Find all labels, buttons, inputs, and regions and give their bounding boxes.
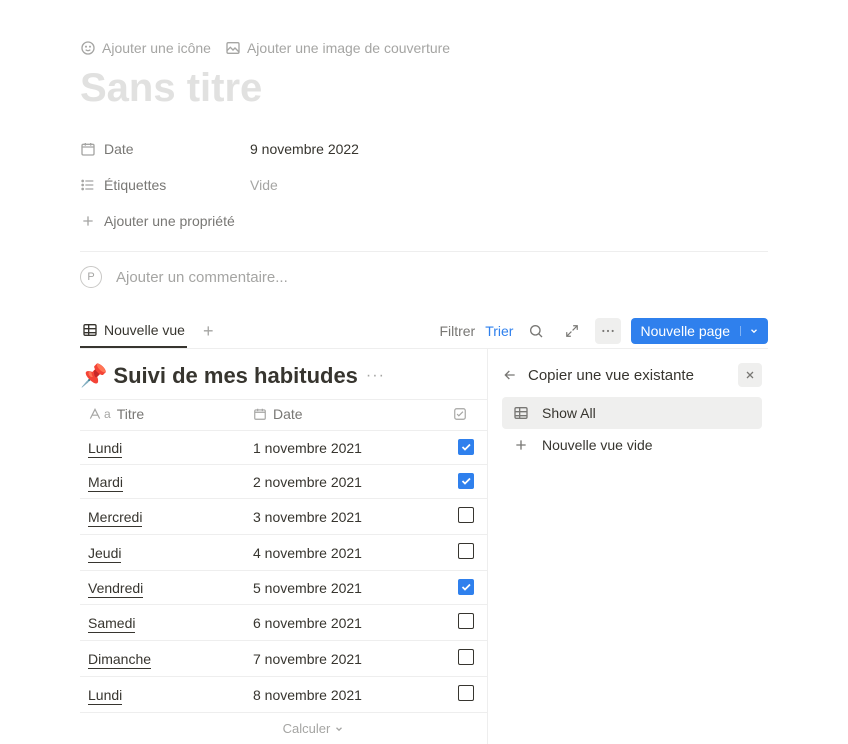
database-title-text: Suivi de mes habitudes xyxy=(113,363,358,389)
add-icon-button[interactable]: Ajouter une icône xyxy=(80,40,211,56)
table-row[interactable]: Lundi 8 novembre 2021 xyxy=(80,677,487,713)
row-checkbox[interactable] xyxy=(458,439,474,455)
expand-icon[interactable] xyxy=(559,318,585,344)
panel-item-new-empty[interactable]: Nouvelle vue vide xyxy=(502,429,762,461)
table-icon xyxy=(512,405,530,421)
panel-item-new-empty-label: Nouvelle vue vide xyxy=(542,437,653,453)
column-title-label: Titre xyxy=(117,406,144,422)
row-title[interactable]: Lundi xyxy=(88,687,122,705)
table-row[interactable]: Jeudi 4 novembre 2021 xyxy=(80,535,487,571)
database-emoji: 📌 xyxy=(80,363,107,389)
row-date[interactable]: 4 novembre 2021 xyxy=(245,535,445,571)
row-checkbox[interactable] xyxy=(458,507,474,523)
calculate-row: Calculer xyxy=(80,713,487,744)
row-title[interactable]: Lundi xyxy=(88,440,122,458)
calculate-label: Calculer xyxy=(283,721,331,736)
row-title[interactable]: Mardi xyxy=(88,474,123,492)
row-title[interactable]: Mercredi xyxy=(88,509,142,527)
table-row[interactable]: Dimanche 7 novembre 2021 xyxy=(80,641,487,677)
copy-view-panel: Copier une vue existante Show All xyxy=(488,349,768,461)
property-date[interactable]: Date 9 novembre 2022 xyxy=(80,131,768,167)
database-table: a Titre Date xyxy=(80,399,487,713)
row-date[interactable]: 2 novembre 2021 xyxy=(245,465,445,499)
row-checkbox[interactable] xyxy=(458,543,474,559)
column-date-label: Date xyxy=(273,406,303,422)
emoji-icon xyxy=(80,40,96,56)
back-icon[interactable] xyxy=(502,367,518,383)
more-icon[interactable] xyxy=(595,318,621,344)
row-date[interactable]: 7 novembre 2021 xyxy=(245,641,445,677)
calculate-button[interactable]: Calculer xyxy=(283,721,345,736)
row-date[interactable]: 3 novembre 2021 xyxy=(245,499,445,535)
panel-item-show-all[interactable]: Show All xyxy=(502,397,762,429)
add-property-label: Ajouter une propriété xyxy=(104,213,235,229)
checkbox-icon xyxy=(453,407,467,421)
add-property-button[interactable]: Ajouter une propriété xyxy=(80,203,235,239)
plus-icon xyxy=(80,213,96,229)
panel-item-show-all-label: Show All xyxy=(542,405,596,421)
search-icon[interactable] xyxy=(523,318,549,344)
row-checkbox[interactable] xyxy=(458,579,474,595)
row-checkbox[interactable] xyxy=(458,473,474,489)
avatar: P xyxy=(80,266,102,288)
row-checkbox[interactable] xyxy=(458,649,474,665)
property-tags-label: Étiquettes xyxy=(104,177,166,193)
property-date-value[interactable]: 9 novembre 2022 xyxy=(250,141,359,157)
divider xyxy=(80,251,768,252)
row-date[interactable]: 8 novembre 2021 xyxy=(245,677,445,713)
table-icon xyxy=(82,322,98,338)
view-tab-active[interactable]: Nouvelle vue xyxy=(80,314,187,348)
database-title[interactable]: 📌 Suivi de mes habitudes xyxy=(80,363,358,389)
table-row[interactable]: Vendredi 5 novembre 2021 xyxy=(80,571,487,605)
image-icon xyxy=(225,40,241,56)
database-options[interactable]: ··· xyxy=(366,367,385,385)
page-title[interactable]: Sans titre xyxy=(80,66,768,111)
add-cover-label: Ajouter une image de couverture xyxy=(247,40,450,56)
filter-button[interactable]: Filtrer xyxy=(439,323,475,339)
table-row[interactable]: Mardi 2 novembre 2021 xyxy=(80,465,487,499)
row-title[interactable]: Samedi xyxy=(88,615,135,633)
panel-title-text: Copier une vue existante xyxy=(528,367,694,384)
sort-button[interactable]: Trier xyxy=(485,323,513,339)
chevron-down-icon[interactable] xyxy=(740,326,759,336)
row-title[interactable]: Jeudi xyxy=(88,545,121,563)
add-view-button[interactable]: + xyxy=(197,321,220,342)
properties-list: Date 9 novembre 2022 Étiquettes Vide Ajo… xyxy=(80,131,768,239)
table-row[interactable]: Samedi 6 novembre 2021 xyxy=(80,605,487,641)
column-header-checkbox[interactable] xyxy=(445,400,487,431)
new-page-button[interactable]: Nouvelle page xyxy=(631,318,768,344)
row-title[interactable]: Vendredi xyxy=(88,580,143,598)
list-icon xyxy=(80,177,96,193)
table-row[interactable]: Lundi 1 novembre 2021 xyxy=(80,431,487,465)
plus-icon xyxy=(512,437,530,453)
comment-row[interactable]: P Ajouter un commentaire... xyxy=(80,266,768,288)
calendar-icon xyxy=(80,141,96,157)
row-date[interactable]: 1 novembre 2021 xyxy=(245,431,445,465)
property-tags-value[interactable]: Vide xyxy=(250,177,278,193)
property-date-label: Date xyxy=(104,141,134,157)
close-icon[interactable] xyxy=(738,363,762,387)
column-header-date[interactable]: Date xyxy=(245,400,445,431)
column-header-title[interactable]: a Titre xyxy=(80,400,245,431)
property-tags[interactable]: Étiquettes Vide xyxy=(80,167,768,203)
row-date[interactable]: 6 novembre 2021 xyxy=(245,605,445,641)
view-toolbar: Nouvelle vue + Filtrer Trier Nouvelle pa… xyxy=(80,314,768,349)
table-row[interactable]: Mercredi 3 novembre 2021 xyxy=(80,499,487,535)
row-checkbox[interactable] xyxy=(458,685,474,701)
view-tab-label: Nouvelle vue xyxy=(104,322,185,338)
row-date[interactable]: 5 novembre 2021 xyxy=(245,571,445,605)
row-checkbox[interactable] xyxy=(458,613,474,629)
text-icon xyxy=(88,407,102,421)
calendar-icon xyxy=(253,407,267,421)
new-page-label: Nouvelle page xyxy=(640,323,730,339)
row-title[interactable]: Dimanche xyxy=(88,651,151,669)
comment-placeholder[interactable]: Ajouter un commentaire... xyxy=(116,269,288,286)
add-cover-button[interactable]: Ajouter une image de couverture xyxy=(225,40,450,56)
add-icon-label: Ajouter une icône xyxy=(102,40,211,56)
